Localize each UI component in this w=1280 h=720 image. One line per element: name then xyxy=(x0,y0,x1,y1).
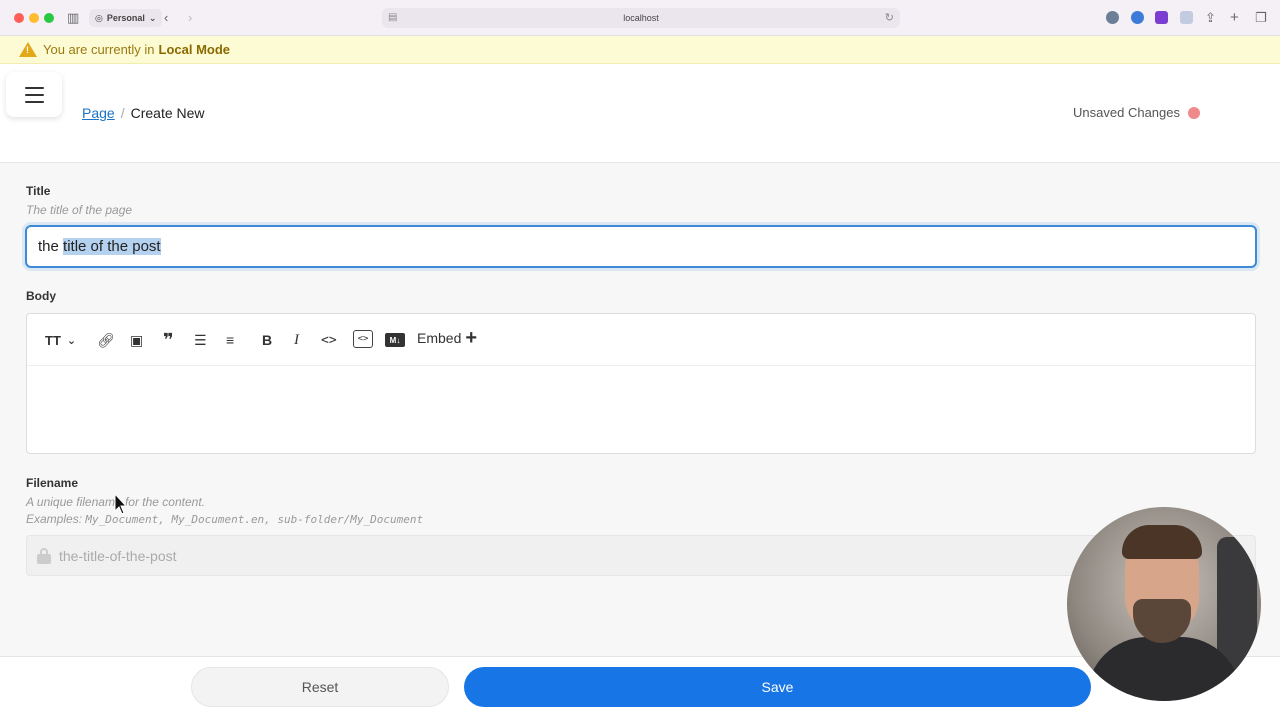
address-bar[interactable]: ▤ localhost ↻ xyxy=(382,8,900,28)
inline-code-icon[interactable]: <> xyxy=(321,330,337,350)
filename-examples-prefix: Examples: xyxy=(26,512,83,526)
title-input[interactable]: the title of the post xyxy=(25,225,1257,268)
extension-icon-1[interactable] xyxy=(1106,11,1119,24)
lock-icon xyxy=(37,547,51,564)
numbered-list-icon[interactable]: ≡ xyxy=(226,330,234,350)
title-label: Title xyxy=(26,184,51,198)
filename-examples: Examples: My_Document, My_Document.en, s… xyxy=(26,512,423,526)
warning-icon xyxy=(19,42,37,57)
bold-icon[interactable]: B xyxy=(262,330,272,350)
local-mode-banner: You are currently in Local Mode xyxy=(0,36,1280,64)
extension-icon-3[interactable] xyxy=(1155,11,1168,24)
text-size-icon: TT xyxy=(45,332,61,348)
share-icon[interactable]: ⇪ xyxy=(1205,10,1216,26)
unsaved-status: Unsaved Changes xyxy=(1073,105,1200,120)
bullet-list-icon[interactable]: ☰ xyxy=(194,330,207,350)
breadcrumb-separator: / xyxy=(120,105,125,121)
unsaved-status-dot xyxy=(1188,106,1200,119)
embed-label: Embed xyxy=(417,330,462,346)
embed-button[interactable]: Embed + xyxy=(417,327,478,349)
close-window-button[interactable] xyxy=(14,13,24,23)
title-hint: The title of the page xyxy=(26,203,133,217)
body-label: Body xyxy=(26,289,56,303)
italic-icon[interactable]: I xyxy=(294,330,299,350)
menu-icon-bar xyxy=(24,86,44,89)
save-button[interactable]: Save xyxy=(464,667,1091,707)
menu-icon-bar xyxy=(24,100,44,103)
text-style-dropdown[interactable]: TT ⌄ xyxy=(45,330,76,350)
markdown-icon[interactable]: M↓ xyxy=(385,333,405,347)
hamburger-menu-button[interactable] xyxy=(6,72,62,117)
banner-text: You are currently in xyxy=(43,42,155,57)
plus-icon: + xyxy=(465,327,478,349)
profile-icon: ◎ xyxy=(95,12,103,23)
back-arrow-icon[interactable]: ‹ xyxy=(164,10,168,26)
page-settings-icon[interactable]: ▤ xyxy=(388,12,397,23)
filename-label: Filename xyxy=(26,476,79,490)
reload-icon[interactable]: ↻ xyxy=(885,11,894,24)
banner-mode: Local Mode xyxy=(158,42,231,57)
filename-field[interactable]: the-title-of-the-post xyxy=(26,535,1256,576)
new-tab-icon[interactable]: + xyxy=(1230,10,1239,26)
forward-arrow-icon[interactable]: › xyxy=(188,10,192,26)
reset-button[interactable]: Reset xyxy=(191,667,449,707)
title-value-prefix: the xyxy=(38,238,64,255)
body-editor[interactable]: TT ⌄ 🔗︎ ▣ ❞ ☰ ≡ B I <> <> M↓ Embed + xyxy=(26,313,1256,454)
address-text: localhost xyxy=(623,13,659,23)
code-block-icon[interactable]: <> xyxy=(353,330,373,348)
maximize-window-button[interactable] xyxy=(44,13,54,23)
webcam-hair xyxy=(1122,525,1202,559)
profile-switcher[interactable]: ◎ Personal ⌄ xyxy=(89,9,163,27)
breadcrumb-page-link[interactable]: Page xyxy=(82,105,115,121)
title-value-selected: title of the post xyxy=(63,238,161,255)
extension-icon-2[interactable] xyxy=(1131,11,1144,24)
link-icon[interactable]: 🔗︎ xyxy=(97,330,115,350)
filename-value: the-title-of-the-post xyxy=(59,547,177,564)
chevron-down-icon: ⌄ xyxy=(148,12,157,23)
filename-examples-list: My_Document, My_Document.en, sub-folder/… xyxy=(85,513,424,526)
browser-toolbar: ▥ ◎ Personal ⌄ ‹ › ▤ localhost ↻ ⇪ + ❐ xyxy=(0,0,1280,36)
webcam-overlay xyxy=(1067,507,1261,701)
tab-overview-icon[interactable]: ❐ xyxy=(1255,10,1267,26)
breadcrumb: Page / Create New xyxy=(82,105,205,121)
image-icon[interactable]: ▣ xyxy=(130,330,143,350)
extension-icon-4[interactable] xyxy=(1180,11,1193,24)
chevron-down-icon: ⌄ xyxy=(66,334,77,347)
minimize-window-button[interactable] xyxy=(29,13,39,23)
menu-icon-bar xyxy=(24,93,44,96)
unsaved-status-label: Unsaved Changes xyxy=(1073,105,1180,120)
sidebar-toggle-icon[interactable]: ▥ xyxy=(67,10,79,26)
breadcrumb-current: Create New xyxy=(130,105,205,121)
editor-toolbar: TT ⌄ 🔗︎ ▣ ❞ ☰ ≡ B I <> <> M↓ Embed + xyxy=(27,314,1255,366)
profile-label: Personal xyxy=(106,13,145,23)
quote-icon[interactable]: ❞ xyxy=(163,330,174,350)
